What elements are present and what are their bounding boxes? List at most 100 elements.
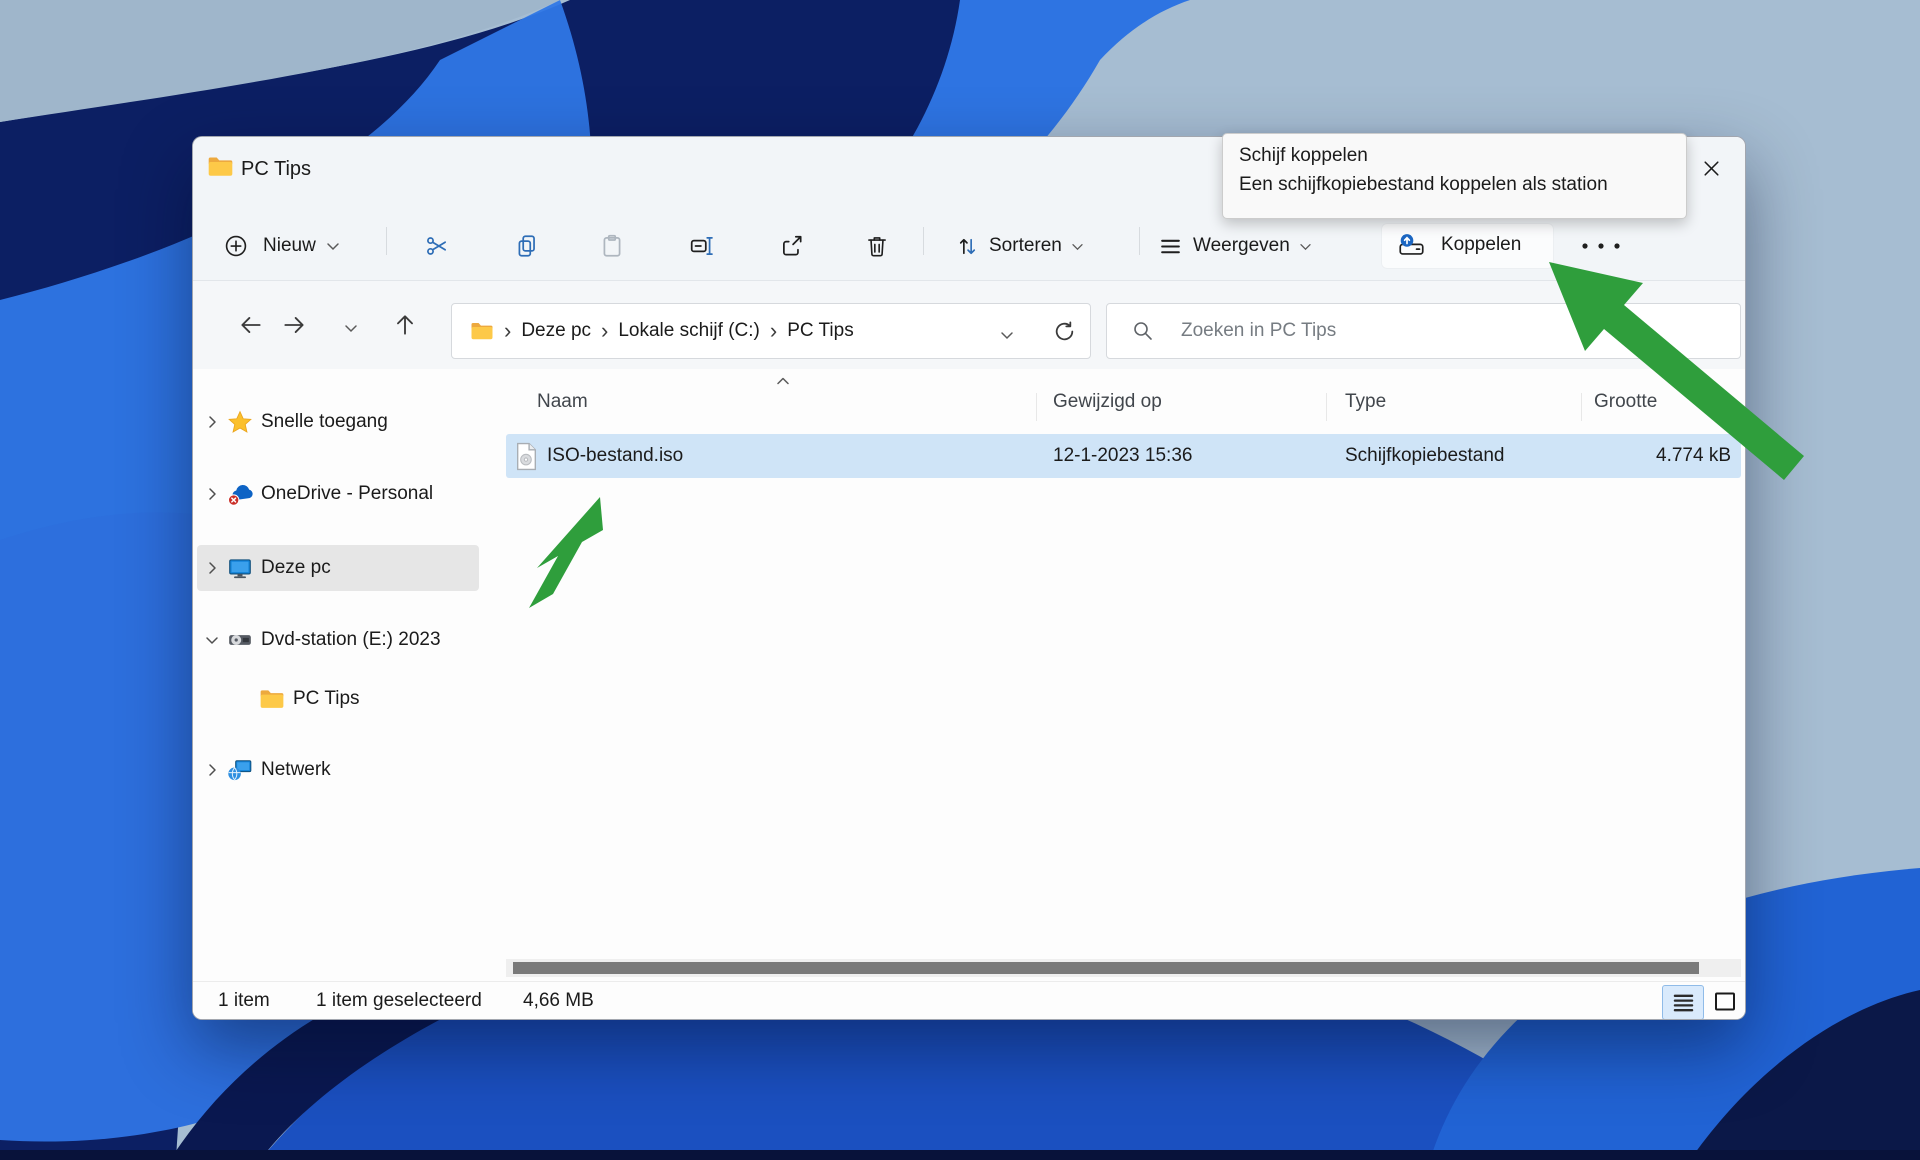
expand-right-icon[interactable] (197, 561, 227, 575)
folder-icon (470, 321, 494, 341)
dvd-drive-icon (227, 627, 261, 653)
expand-right-icon[interactable] (197, 487, 227, 501)
file-row-iso-bestand[interactable]: ISO-bestand.iso 12-1-2023 15:36 Schijfko… (506, 434, 1741, 478)
status-bar: 1 item 1 item geselecteerd 4,66 MB (193, 981, 1745, 1020)
forward-button[interactable] (281, 312, 307, 343)
column-header-gewijzigd-op[interactable]: Gewijzigd op (1053, 391, 1162, 413)
paste-button[interactable] (599, 233, 625, 264)
icons-view-toggle[interactable] (1707, 985, 1743, 1018)
file-size: 4.774 kB (1656, 434, 1731, 478)
up-button[interactable] (392, 312, 418, 343)
chevron-down-icon (1000, 330, 1014, 340)
recent-locations-button[interactable] (344, 320, 358, 338)
breadcrumb-separator: › (760, 320, 787, 342)
breadcrumb-pc-tips[interactable]: PC Tips (787, 320, 854, 342)
toolbar-divider (1139, 227, 1140, 255)
large-icons-view-icon (1713, 991, 1737, 1013)
details-view-toggle[interactable] (1662, 985, 1704, 1020)
paste-icon (599, 233, 625, 259)
item-count: 1 item (218, 990, 270, 1012)
file-name: ISO-bestand.iso (547, 434, 683, 478)
expand-right-icon[interactable] (197, 763, 227, 777)
arrow-up-icon (392, 312, 418, 338)
breadcrumb-separator: › (591, 320, 618, 342)
scrollbar-thumb[interactable] (513, 962, 1699, 974)
window-body: Snelle toegang OneDrive - Personal Deze … (193, 369, 1745, 1020)
sort-button-label: Sorteren (989, 235, 1062, 257)
rename-button[interactable] (689, 233, 715, 264)
new-button-label: Nieuw (263, 235, 316, 257)
breadcrumb-lokale-schijf[interactable]: Lokale schijf (C:) (618, 320, 760, 342)
sidebar-item-pc-tips[interactable]: PC Tips (197, 676, 479, 722)
tooltip-description: Een schijfkopiebestand koppelen als stat… (1239, 174, 1670, 196)
close-icon (1701, 158, 1722, 179)
file-type: Schijfkopiebestand (1345, 434, 1505, 478)
address-dropdown-button[interactable] (1000, 327, 1014, 345)
mount-tooltip: Schijf koppelen Een schijfkopiebestand k… (1222, 133, 1687, 219)
share-icon (779, 233, 805, 259)
sidebar-item-label: Dvd-station (E:) 2023 (261, 629, 441, 651)
refresh-icon (1052, 319, 1077, 344)
share-button[interactable] (779, 233, 805, 264)
close-button[interactable] (1689, 147, 1733, 189)
copy-button[interactable] (514, 233, 540, 264)
sidebar-item-netwerk[interactable]: Netwerk (197, 747, 479, 793)
view-lines-icon (1158, 234, 1183, 259)
chevron-down-icon (326, 241, 340, 251)
toolbar-divider (923, 227, 924, 255)
search-box[interactable] (1106, 303, 1741, 359)
chevron-down-icon (1071, 242, 1084, 251)
arrow-left-icon (238, 312, 264, 338)
sidebar-item-dvd-station[interactable]: Dvd-station (E:) 2023 (197, 617, 479, 663)
navigation-bar: › Deze pc › Lokale schijf (C:) › PC Tips (193, 281, 1745, 369)
expand-right-icon[interactable] (197, 415, 227, 429)
sidebar-item-label: PC Tips (293, 688, 360, 710)
address-bar[interactable]: › Deze pc › Lokale schijf (C:) › PC Tips (451, 303, 1091, 359)
chevron-down-icon (1299, 242, 1312, 251)
sort-icon (955, 234, 980, 259)
back-button[interactable] (238, 312, 264, 343)
selection-count: 1 item geselecteerd (316, 990, 482, 1012)
refresh-button[interactable] (1052, 319, 1077, 349)
sidebar-item-label: Snelle toegang (261, 411, 388, 433)
tooltip-title: Schijf koppelen (1239, 145, 1670, 167)
sidebar-item-label: Netwerk (261, 759, 331, 781)
sidebar-item-onedrive[interactable]: OneDrive - Personal (197, 471, 479, 517)
breadcrumb-deze-pc[interactable]: Deze pc (521, 320, 591, 342)
more-options-button[interactable] (1579, 234, 1623, 263)
search-icon (1131, 319, 1155, 348)
column-header-naam[interactable]: Naam (537, 391, 588, 413)
column-header-type[interactable]: Type (1345, 391, 1386, 413)
copy-icon (514, 233, 540, 259)
breadcrumb-separator: › (494, 320, 521, 342)
toolbar-divider (386, 227, 387, 255)
onedrive-cloud-error-icon (227, 481, 261, 507)
sidebar-item-deze-pc[interactable]: Deze pc (197, 545, 479, 591)
folder-icon (259, 688, 293, 710)
column-header-grootte[interactable]: Grootte (1594, 391, 1657, 413)
delete-button[interactable] (864, 233, 890, 264)
mount-disk-icon (1398, 232, 1425, 259)
mount-button[interactable]: Koppelen (1381, 223, 1554, 269)
column-divider[interactable] (1326, 393, 1327, 421)
explorer-window: PC Tips Nieuw (192, 136, 1746, 1020)
cut-button[interactable] (424, 233, 450, 264)
horizontal-scrollbar[interactable] (506, 959, 1741, 977)
column-divider[interactable] (1581, 393, 1582, 421)
view-button-label: Weergeven (1193, 235, 1290, 257)
iso-file-icon (514, 434, 539, 478)
view-button[interactable]: Weergeven (1158, 223, 1358, 269)
three-dots-icon (1579, 234, 1623, 258)
chevron-down-icon (344, 323, 358, 333)
plus-circle-icon (223, 233, 249, 259)
network-icon (227, 757, 261, 783)
column-divider[interactable] (1036, 393, 1037, 421)
rename-icon (689, 233, 715, 259)
computer-monitor-icon (227, 555, 261, 581)
sort-button[interactable]: Sorteren (955, 223, 1115, 269)
new-button[interactable]: Nieuw (223, 223, 363, 269)
sidebar-item-snelle-toegang[interactable]: Snelle toegang (197, 399, 479, 445)
expand-down-icon[interactable] (197, 635, 227, 646)
search-input[interactable] (1179, 304, 1703, 358)
mount-button-label: Koppelen (1441, 234, 1521, 256)
